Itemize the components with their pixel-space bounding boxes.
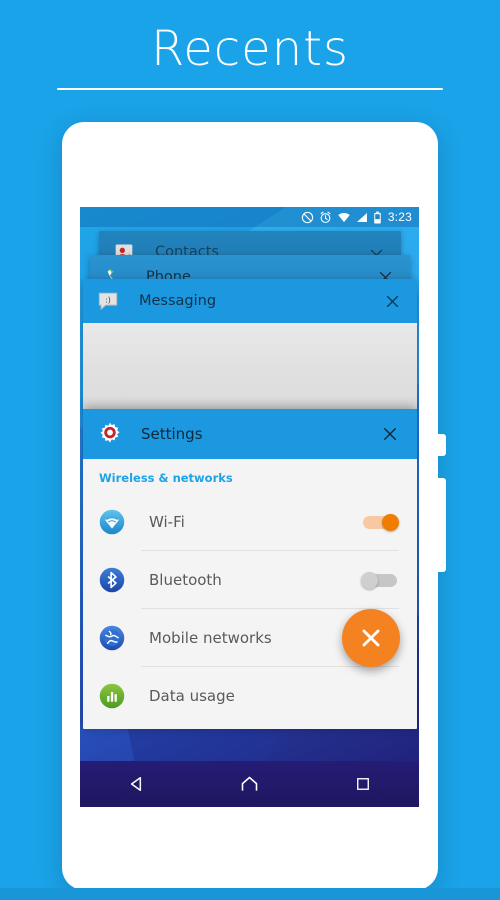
close-icon[interactable] xyxy=(379,423,401,445)
alarm-icon xyxy=(320,211,331,223)
do-not-disturb-icon xyxy=(301,211,314,223)
home-icon xyxy=(241,776,258,791)
close-icon xyxy=(362,629,380,647)
card-label: Messaging xyxy=(139,293,217,309)
settings-row-bluetooth[interactable]: Bluetooth xyxy=(83,551,417,609)
battery-icon xyxy=(374,211,381,223)
settings-row-label: Mobile networks xyxy=(149,629,272,647)
title-divider xyxy=(57,88,443,90)
back-triangle-icon xyxy=(130,777,141,791)
clear-all-fab[interactable] xyxy=(342,609,400,667)
back-button[interactable] xyxy=(117,764,157,804)
settings-card-header: Settings xyxy=(83,409,417,459)
settings-row-wifi[interactable]: Wi-Fi xyxy=(83,493,417,551)
bluetooth-toggle[interactable] xyxy=(361,572,399,589)
settings-card-title: Settings xyxy=(141,425,203,443)
chart-circle-icon xyxy=(97,681,127,711)
status-time: 3:23 xyxy=(387,210,412,224)
close-icon[interactable] xyxy=(381,290,403,312)
toggle-thumb xyxy=(361,572,378,589)
toggle-thumb xyxy=(382,514,399,531)
phone-screen: 3:23 Contacts Phone:) Messaging Setting… xyxy=(80,207,419,807)
volume-button[interactable] xyxy=(436,478,446,572)
svg-text::): :) xyxy=(105,295,111,304)
globe-circle-icon xyxy=(97,623,127,653)
messaging-card-preview xyxy=(83,323,417,409)
power-button[interactable] xyxy=(436,434,446,456)
settings-row-data-usage[interactable]: Data usage xyxy=(83,667,417,725)
recents-card-messaging[interactable]: :) Messaging xyxy=(83,279,417,409)
wifi-toggle[interactable] xyxy=(361,514,399,531)
bluetooth-circle-icon xyxy=(97,565,127,595)
wifi-icon xyxy=(338,212,350,222)
recents-button[interactable] xyxy=(343,764,383,804)
settings-row-label: Data usage xyxy=(149,687,235,705)
messaging-icon: :) xyxy=(95,288,121,314)
recents-card-settings[interactable]: Settings Wireless & networks Wi-Fi Bluet… xyxy=(83,409,417,729)
home-button[interactable] xyxy=(230,764,270,804)
signal-icon xyxy=(356,212,367,222)
phone-device: 3:23 Contacts Phone:) Messaging Setting… xyxy=(62,122,446,890)
settings-row-label: Wi-Fi xyxy=(149,513,185,531)
page-title: Recents xyxy=(151,21,349,77)
settings-row-label: Bluetooth xyxy=(149,571,222,589)
square-icon xyxy=(356,778,369,790)
settings-section-header: Wireless & networks xyxy=(99,471,233,485)
page-bottom-strip xyxy=(0,888,500,900)
wifi-circle-icon xyxy=(97,507,127,537)
android-nav-bar xyxy=(80,761,419,807)
settings-gear-icon xyxy=(97,421,123,447)
status-bar: 3:23 xyxy=(80,207,419,227)
settings-list: Wireless & networks Wi-Fi Bluetooth Mobi… xyxy=(83,459,417,729)
